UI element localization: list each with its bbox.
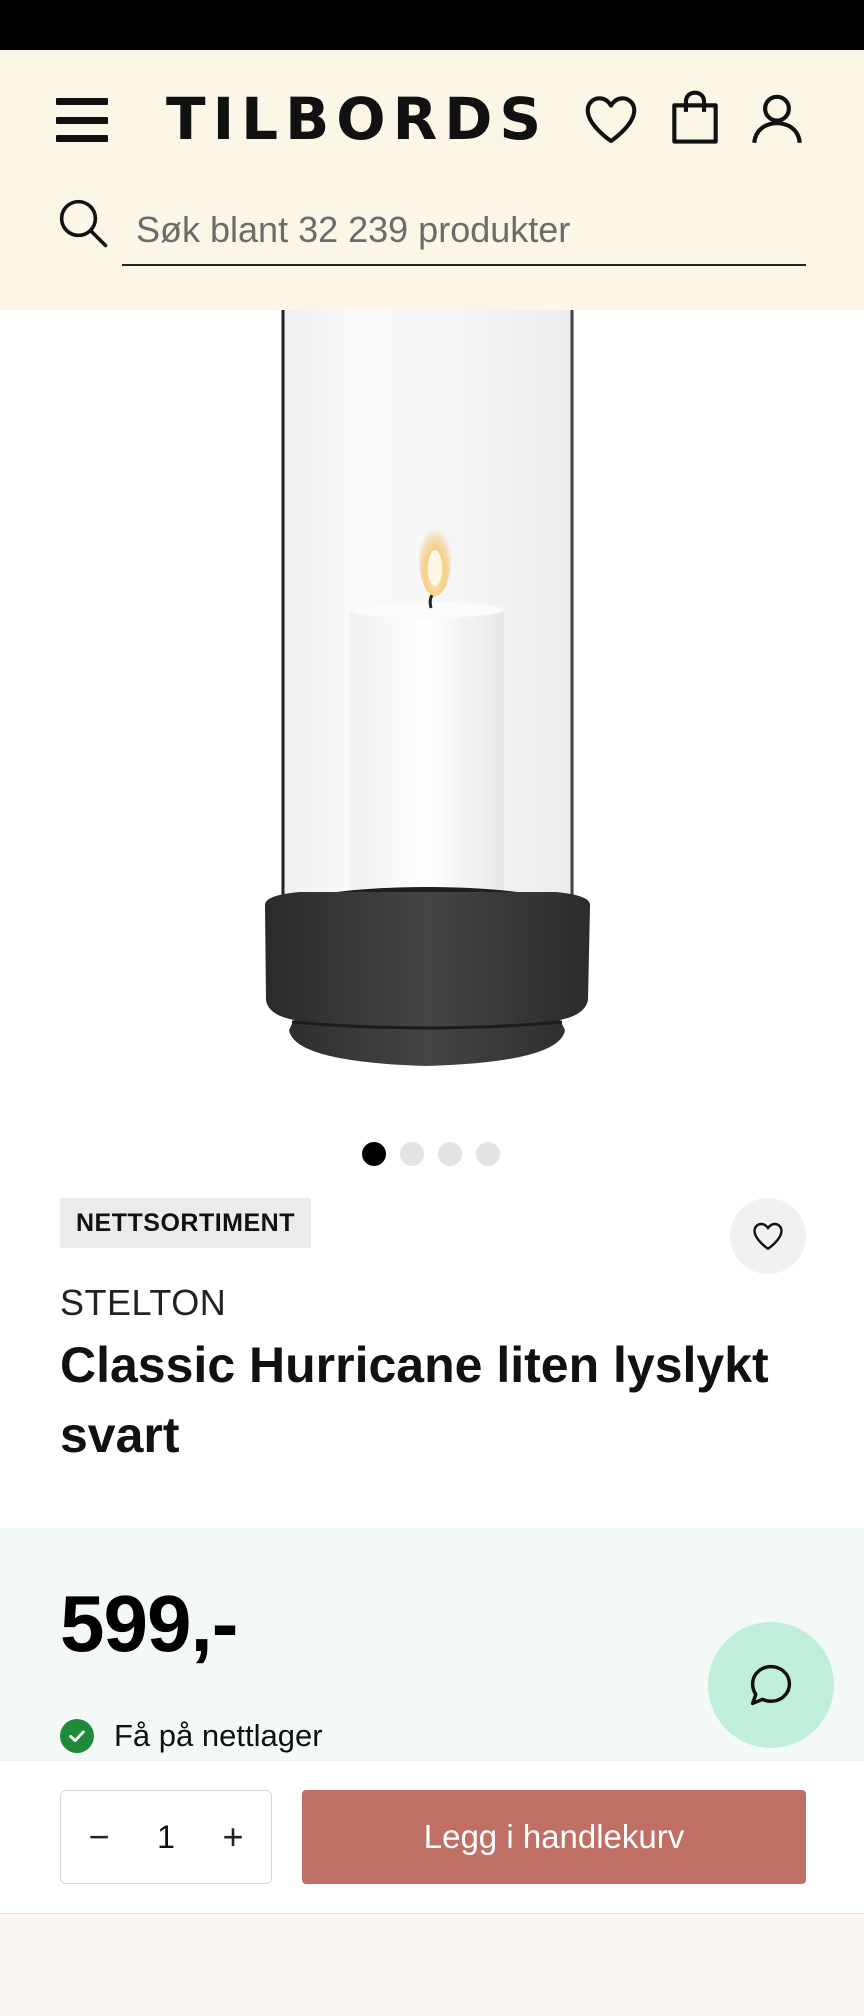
stock-status: Få på nettlager — [60, 1718, 323, 1754]
heart-icon — [753, 1222, 783, 1250]
product-price: 599,- — [60, 1579, 238, 1668]
stock-label: Få på nettlager — [114, 1718, 323, 1753]
gallery-dots — [362, 1142, 500, 1166]
quantity-stepper: − 1 + — [60, 1790, 272, 1884]
gallery-dot[interactable] — [438, 1142, 462, 1166]
menu-icon[interactable] — [56, 98, 108, 142]
search-bar — [56, 196, 806, 266]
site-logo[interactable]: TILBORDS — [166, 84, 548, 154]
footer-strip — [0, 1914, 864, 2016]
add-to-wishlist-button[interactable] — [730, 1198, 806, 1274]
user-icon[interactable] — [746, 88, 808, 150]
product-title: Classic Hurricane liten lyslykt svart — [60, 1337, 769, 1463]
search-icon[interactable] — [56, 196, 110, 250]
increase-quantity-button[interactable]: + — [215, 1819, 251, 1855]
heart-icon[interactable] — [580, 88, 642, 150]
gallery-dot[interactable] — [362, 1142, 386, 1166]
quantity-value[interactable]: 1 — [157, 1819, 175, 1856]
gallery-dot[interactable] — [476, 1142, 500, 1166]
status-bar — [0, 0, 864, 50]
chat-icon — [750, 1664, 792, 1706]
add-to-cart-button[interactable]: Legg i handlekurv — [302, 1790, 806, 1884]
search-input[interactable] — [122, 196, 806, 266]
product-image[interactable] — [0, 310, 864, 1110]
chat-button[interactable] — [708, 1622, 834, 1748]
decrease-quantity-button[interactable]: − — [81, 1819, 117, 1855]
gallery-dot[interactable] — [400, 1142, 424, 1166]
checkmark-icon — [60, 1719, 94, 1753]
product-brand[interactable]: STELTON — [60, 1282, 226, 1324]
shopping-bag-icon[interactable] — [664, 86, 726, 148]
status-badge: NETTSORTIMENT — [60, 1198, 311, 1248]
site-header: TILBORDS — [0, 50, 864, 310]
